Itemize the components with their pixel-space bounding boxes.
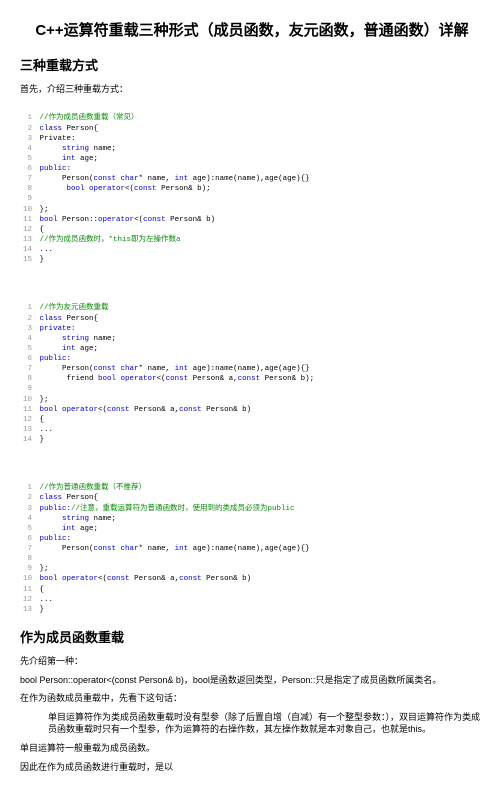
code-block-2: 1 //作为友元函数重载 2 class Person{ 3 private: … [20,293,484,445]
para-unary: 单目运算符一般重载为成员函数。 [20,742,484,755]
para-therefore: 因此在作为成员函数进行重载时，是以 [20,761,484,774]
page-title: C++运算符重载三种形式（成员函数，友元函数，普通函数）详解 [20,20,484,43]
section-heading-2: 作为成员函数重载 [20,629,484,647]
section-heading-1: 三种重载方式 [20,57,484,75]
intro-text: 首先，介绍三种重载方式： [20,83,484,96]
para-quote-body: 单目运算符作为类成员函数重载时没有型参（除了后置自增（自减）有一个整型参数：），… [48,711,484,736]
para-signature: bool Person::operator<(const Person& b)，… [20,674,484,687]
code-block-1: 1 //作为成员函数重载（常见） 2 class Person{ 3 Priva… [20,103,484,265]
code-block-3: 1 //作为普通函数重载（不推荐） 2 class Person{ 3 publ… [20,473,484,615]
para-quote-intro: 在作为函数成员重载中，先看下这句话： [20,692,484,705]
para-intro-first: 先介绍第一种： [20,655,484,668]
